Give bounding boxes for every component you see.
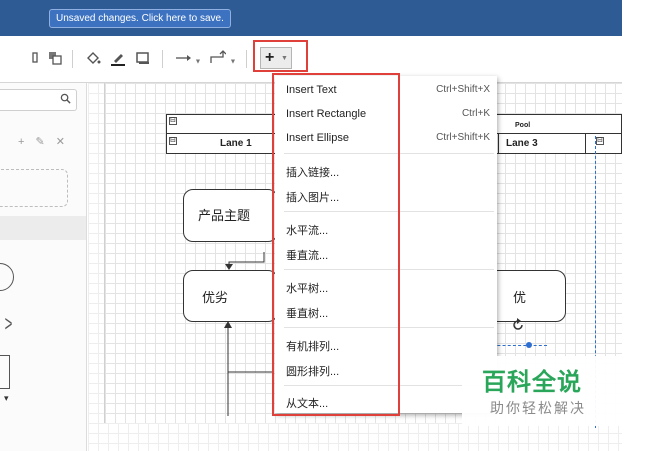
watermark: 百科全说 助你轻松解决 [462,356,622,426]
rotate-handle-icon[interactable] [511,318,525,332]
node-good-label: 优 [513,290,527,305]
resize-handle[interactable] [526,342,532,348]
node-merit[interactable]: 优劣 [183,270,278,322]
drawio-editor: Unsaved changes. Click here to save. ▼ ▼… [0,0,650,451]
menu-highlight-box [272,73,400,416]
node-good[interactable]: 优 [488,270,566,322]
watermark-title: 百科全说 [482,369,582,396]
watermark-subtitle: 助你轻松解决 [490,400,586,416]
node-topic-label: 产品主题 [198,208,251,223]
node-merit-label: 优劣 [202,290,229,305]
node-topic[interactable]: 产品主题 [183,189,278,242]
